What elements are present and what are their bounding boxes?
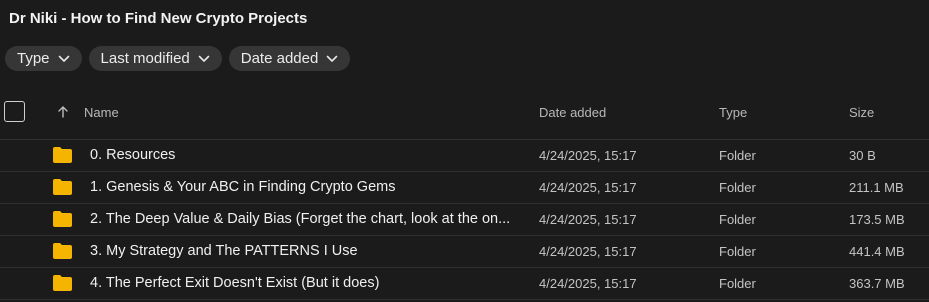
row-size: 363.7 MB bbox=[849, 276, 905, 291]
folder-icon bbox=[53, 179, 72, 200]
select-all-checkbox[interactable] bbox=[4, 101, 25, 122]
row-name: 2. The Deep Value & Daily Bias (Forget t… bbox=[90, 211, 511, 227]
column-header-type[interactable]: Type bbox=[719, 105, 747, 120]
column-header-size[interactable]: Size bbox=[849, 105, 874, 120]
table-row[interactable]: 1. Genesis & Your ABC in Finding Crypto … bbox=[0, 172, 929, 204]
filter-label: Date added bbox=[240, 50, 319, 67]
folder-icon bbox=[53, 243, 72, 264]
filter-last-modified-button[interactable]: Last modified bbox=[88, 46, 222, 71]
table-row[interactable]: 4. The Perfect Exit Doesn't Exist (But i… bbox=[0, 268, 929, 300]
row-type: Folder bbox=[719, 180, 756, 195]
row-date-added: 4/24/2025, 15:17 bbox=[539, 148, 637, 163]
row-name: 1. Genesis & Your ABC in Finding Crypto … bbox=[90, 179, 396, 195]
row-size: 173.5 MB bbox=[849, 212, 905, 227]
table-row[interactable]: 2. The Deep Value & Daily Bias (Forget t… bbox=[0, 204, 929, 236]
row-name: 0. Resources bbox=[90, 147, 176, 163]
column-header-name[interactable]: Name bbox=[84, 105, 119, 120]
page-title: Dr Niki - How to Find New Crypto Project… bbox=[9, 10, 308, 27]
row-date-added: 4/24/2025, 15:17 bbox=[539, 244, 637, 259]
arrow-up-icon[interactable] bbox=[57, 105, 69, 124]
table-header: Name Date added Type Size bbox=[0, 96, 929, 140]
row-type: Folder bbox=[719, 212, 756, 227]
folder-icon bbox=[53, 147, 72, 168]
chevron-down-icon bbox=[198, 55, 210, 63]
row-type: Folder bbox=[719, 276, 756, 291]
row-size: 30 B bbox=[849, 148, 876, 163]
folder-icon bbox=[53, 275, 72, 296]
row-size: 441.4 MB bbox=[849, 244, 905, 259]
filter-type-button[interactable]: Type bbox=[5, 46, 82, 71]
row-type: Folder bbox=[719, 244, 756, 259]
column-header-date-added[interactable]: Date added bbox=[539, 105, 606, 120]
filter-label: Last modified bbox=[100, 50, 190, 67]
row-date-added: 4/24/2025, 15:17 bbox=[539, 180, 637, 195]
table-row[interactable]: 3. My Strategy and The PATTERNS I Use 4/… bbox=[0, 236, 929, 268]
chevron-down-icon bbox=[58, 55, 70, 63]
row-type: Folder bbox=[719, 148, 756, 163]
row-date-added: 4/24/2025, 15:17 bbox=[539, 212, 637, 227]
table-row[interactable]: 0. Resources 4/24/2025, 15:17 Folder 30 … bbox=[0, 140, 929, 172]
filter-date-added-button[interactable]: Date added bbox=[228, 46, 351, 71]
folder-icon bbox=[53, 211, 72, 232]
chevron-down-icon bbox=[326, 55, 338, 63]
file-browser: Dr Niki - How to Find New Crypto Project… bbox=[0, 0, 929, 302]
row-date-added: 4/24/2025, 15:17 bbox=[539, 276, 637, 291]
filter-bar: Type Last modified Date added bbox=[5, 46, 351, 71]
row-size: 211.1 MB bbox=[849, 180, 904, 195]
row-name: 4. The Perfect Exit Doesn't Exist (But i… bbox=[90, 275, 380, 291]
row-name: 3. My Strategy and The PATTERNS I Use bbox=[90, 243, 358, 259]
filter-label: Type bbox=[17, 50, 50, 67]
